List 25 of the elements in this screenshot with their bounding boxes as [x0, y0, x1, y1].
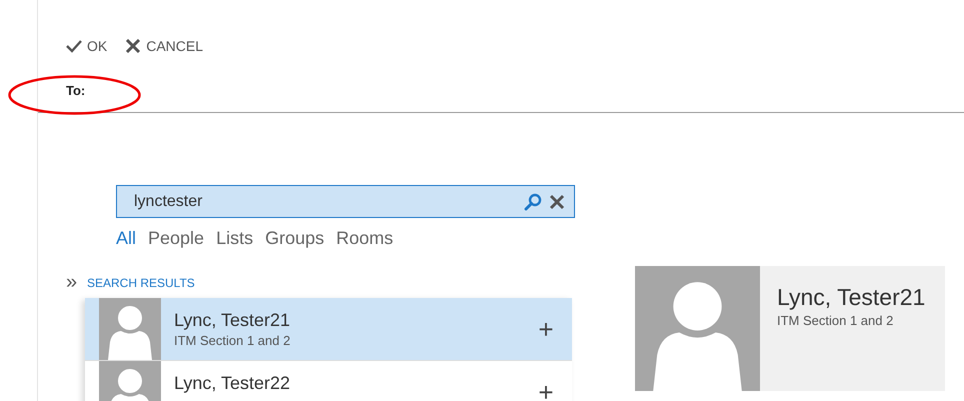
- filter-tab[interactable]: All: [116, 226, 136, 250]
- contact-name: Lync, Tester21: [777, 284, 926, 311]
- filter-tab[interactable]: People: [148, 226, 204, 250]
- ok-button[interactable]: OK: [66, 36, 108, 56]
- search-input[interactable]: lynctester: [132, 192, 518, 212]
- close-icon[interactable]: [548, 192, 566, 210]
- expand-toggle[interactable]: »: [38, 272, 85, 292]
- contact-detail: ITM Section 1 and 2: [174, 333, 292, 348]
- search-field[interactable]: lynctester: [116, 185, 575, 218]
- contact-name: Lync, Tester22: [174, 373, 292, 394]
- add-button[interactable]: +: [520, 298, 572, 360]
- filter-tab[interactable]: Rooms: [336, 226, 394, 250]
- cancel-button[interactable]: CANCEL: [125, 36, 204, 56]
- search-icon[interactable]: [524, 192, 542, 210]
- filter-tab[interactable]: Groups: [265, 226, 324, 250]
- close-icon: [125, 39, 142, 53]
- person-avatar-icon: [635, 266, 760, 391]
- result-row[interactable]: Lync, Tester21 ITM Section 1 and 2 +: [85, 298, 572, 361]
- add-button[interactable]: +: [520, 361, 572, 401]
- to-label: To:: [66, 83, 86, 98]
- section-heading: SEARCH RESULTS: [87, 276, 195, 290]
- filter-tab[interactable]: Lists: [216, 226, 254, 250]
- contact-name: Lync, Tester21: [174, 310, 292, 331]
- contact-detail: ITM Section 1 and 2: [777, 313, 894, 328]
- check-icon: [66, 39, 82, 53]
